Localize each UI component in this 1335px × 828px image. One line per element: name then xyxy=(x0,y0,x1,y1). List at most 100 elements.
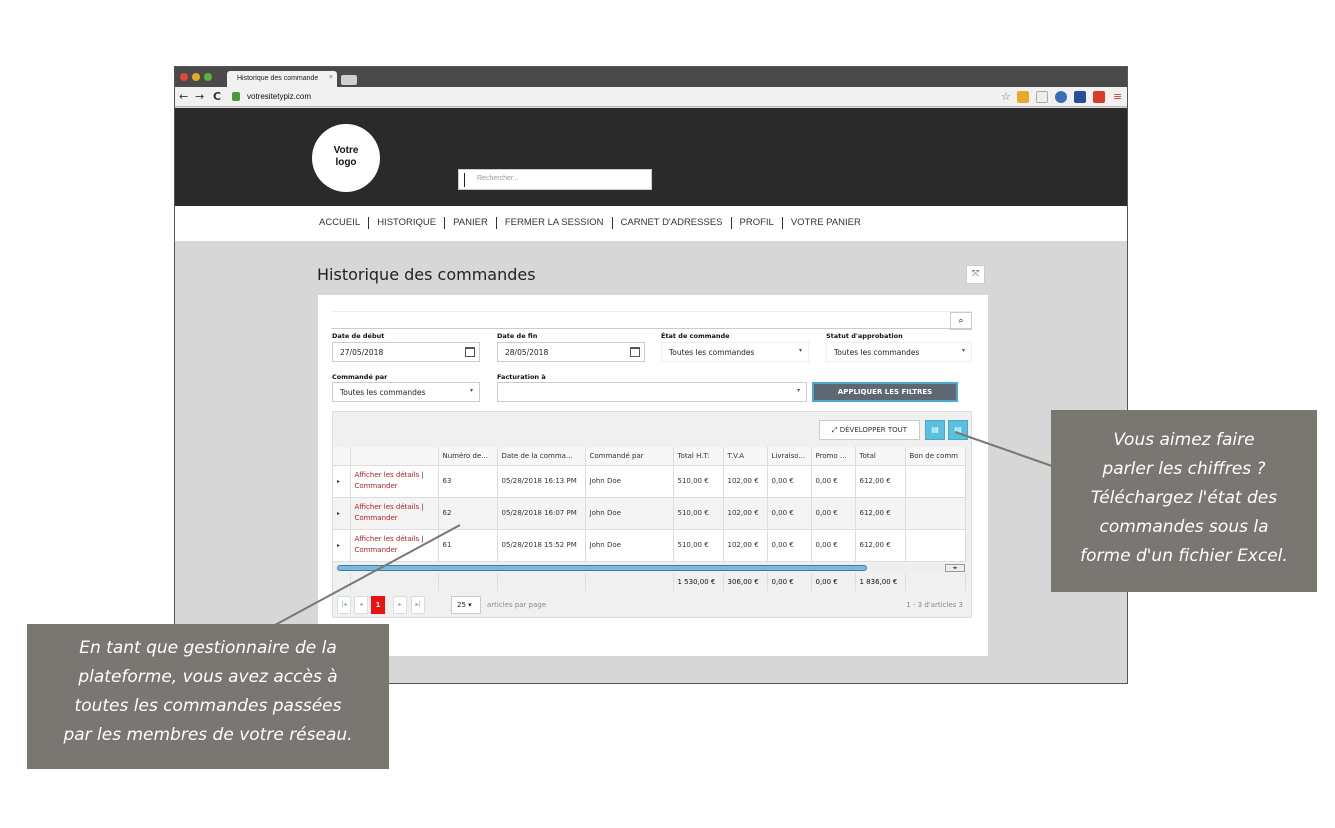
end-date-value: 28/05/2018 xyxy=(505,348,549,357)
extension-icon[interactable] xyxy=(1055,91,1067,103)
pdf-export-icon[interactable]: ▤ xyxy=(948,420,968,440)
forward-icon[interactable]: → xyxy=(195,90,204,103)
callout-manager-access: En tant que gestionnaire de la plateform… xyxy=(27,624,389,769)
maximize-window-button[interactable] xyxy=(204,73,212,81)
order-state-value: Toutes les commandes xyxy=(669,348,755,357)
stage: Historique des commande × ← → C votresit… xyxy=(0,0,1335,828)
tva: 102,00 € xyxy=(723,465,768,498)
reorder-link[interactable]: Commander xyxy=(355,546,398,554)
column-header-tva[interactable]: T.V.A xyxy=(723,447,768,466)
order-state-label: État de commande xyxy=(661,332,730,340)
lock-icon xyxy=(232,92,240,101)
nav-item-votre-panier[interactable]: VOTRE PANIER xyxy=(781,217,869,229)
scroll-arrows-icon[interactable]: ◂▸ xyxy=(945,564,965,572)
nav-item-panier[interactable]: PANIER xyxy=(444,217,496,229)
search-icon[interactable]: ⌕ xyxy=(950,312,972,330)
extension-icon[interactable] xyxy=(1074,91,1086,103)
close-window-button[interactable] xyxy=(180,73,188,81)
promo: 0,00 € xyxy=(811,529,856,562)
current-page-button[interactable]: 1 xyxy=(371,596,385,614)
column-header-number[interactable]: Numéro de... xyxy=(438,447,498,466)
sum-tva: 306,00 € xyxy=(723,573,768,591)
nav-item-profil[interactable]: PROFIL xyxy=(730,217,782,229)
reorder-link[interactable]: Commander xyxy=(355,514,398,522)
expand-all-button[interactable]: ⤢ DÉVELOPPER TOUT xyxy=(819,420,920,440)
first-page-icon[interactable]: |◂ xyxy=(337,596,351,614)
pager: |◂ ◂ 1 ▸ ▸| 25 ▾ articles par page 1 - 3… xyxy=(333,596,973,616)
column-header-promo[interactable]: Promo ... xyxy=(811,447,856,466)
bookmark-star-icon[interactable]: ☆ xyxy=(1001,90,1011,103)
column-header-shipping[interactable]: Livraiso... xyxy=(767,447,812,466)
extension-icon[interactable] xyxy=(1017,91,1029,103)
column-header-total-ht[interactable]: Total H.T: xyxy=(673,447,724,466)
fullscreen-icon[interactable]: ⤧ xyxy=(966,265,985,284)
expand-row-icon[interactable]: ▸ xyxy=(333,465,351,498)
ordered-by: John Doe xyxy=(585,497,674,530)
extension-icon[interactable] xyxy=(1093,91,1105,103)
prev-page-icon[interactable]: ◂ xyxy=(354,596,368,614)
callout-line: commandes sous la xyxy=(1099,517,1269,537)
column-header-ordered-by[interactable]: Commandé par xyxy=(585,447,674,466)
column-header-total[interactable]: Total xyxy=(855,447,906,466)
order-number: 62 xyxy=(438,497,498,530)
sum-total: 1 836,00 € xyxy=(855,573,906,591)
ordered-by-select[interactable]: Toutes les commandes ▾ xyxy=(332,382,480,402)
callout-excel-export: Vous aimez faire parler les chiffres ? T… xyxy=(1051,410,1317,592)
new-tab-button[interactable] xyxy=(341,75,357,85)
order-number: 61 xyxy=(438,529,498,562)
url-field[interactable]: votresitetypiz.com xyxy=(247,92,311,101)
reorder-link[interactable]: Commander xyxy=(355,482,398,490)
site-search-input[interactable]: Rechercher... xyxy=(458,169,652,190)
sum-shipping: 0,00 € xyxy=(767,573,812,591)
start-date-label: Date de début xyxy=(332,332,385,340)
nav-item-accueil[interactable]: ACCUEIL xyxy=(313,217,368,229)
next-page-icon[interactable]: ▸ xyxy=(393,596,407,614)
table-row: ▸ Afficher les détails | Commander 61 05/… xyxy=(333,529,966,562)
tab-close-icon[interactable]: × xyxy=(329,74,333,81)
purchase-order xyxy=(905,529,966,562)
site-logo[interactable]: Votre logo xyxy=(312,124,380,192)
apply-filters-button[interactable]: APPLIQUER LES FILTRES xyxy=(812,382,958,402)
ordered-by-value: Toutes les commandes xyxy=(340,388,426,397)
page-title: Historique des commandes xyxy=(317,265,536,284)
page-info: 1 - 3 d'articles 3 xyxy=(906,601,963,609)
calendar-icon[interactable] xyxy=(465,347,475,357)
callout-line: toutes les commandes passées xyxy=(74,696,342,716)
tva: 102,00 € xyxy=(723,497,768,530)
approval-status-select[interactable]: Toutes les commandes ▾ xyxy=(826,342,972,362)
page-size-select[interactable]: 25 ▾ xyxy=(451,596,481,614)
expand-row-icon[interactable]: ▸ xyxy=(333,497,351,530)
reload-icon[interactable]: C xyxy=(213,90,221,103)
back-icon[interactable]: ← xyxy=(179,90,188,103)
last-page-icon[interactable]: ▸| xyxy=(411,596,425,614)
end-date-field[interactable]: 28/05/2018 xyxy=(497,342,645,362)
shipping: 0,00 € xyxy=(767,465,812,498)
nav-item-fermer-session[interactable]: FERMER LA SESSION xyxy=(495,217,612,229)
nav-item-historique[interactable]: HISTORIQUE xyxy=(368,217,444,229)
callout-line: plateforme, vous avez accès à xyxy=(78,667,338,687)
menu-icon[interactable]: ≡ xyxy=(1113,90,1122,103)
browser-tab[interactable]: Historique des commande × xyxy=(227,71,337,87)
start-date-field[interactable]: 27/05/2018 xyxy=(332,342,480,362)
orders-panel: ⌕ Date de début 27/05/2018 Date de fin 2… xyxy=(318,295,988,656)
horizontal-scrollbar[interactable]: ◂▸ xyxy=(337,564,965,572)
scrollbar-thumb[interactable] xyxy=(337,565,867,571)
order-state-select[interactable]: Toutes les commandes ▾ xyxy=(661,342,809,362)
column-header-purchase-order[interactable]: Bon de comm xyxy=(905,447,966,466)
order-date: 05/28/2018 16:07 PM xyxy=(497,497,586,530)
expand-row-icon[interactable]: ▸ xyxy=(333,529,351,562)
show-details-link[interactable]: Afficher les détails xyxy=(355,503,420,511)
order-number: 63 xyxy=(438,465,498,498)
billing-select[interactable]: ▾ xyxy=(497,382,807,402)
show-details-link[interactable]: Afficher les détails xyxy=(355,535,420,543)
grid-search-input[interactable]: ⌕ xyxy=(331,311,972,330)
calendar-icon[interactable] xyxy=(630,347,640,357)
show-details-link[interactable]: Afficher les détails xyxy=(355,471,420,479)
column-header-date[interactable]: Date de la comma... xyxy=(497,447,586,466)
extension-icon[interactable] xyxy=(1036,91,1048,103)
nav-item-carnet-adresses[interactable]: CARNET D'ADRESSES xyxy=(611,217,731,229)
excel-export-icon[interactable]: ▤ xyxy=(925,420,945,440)
minimize-window-button[interactable] xyxy=(192,73,200,81)
sum-promo: 0,00 € xyxy=(811,573,856,591)
total: 612,00 € xyxy=(855,465,906,498)
